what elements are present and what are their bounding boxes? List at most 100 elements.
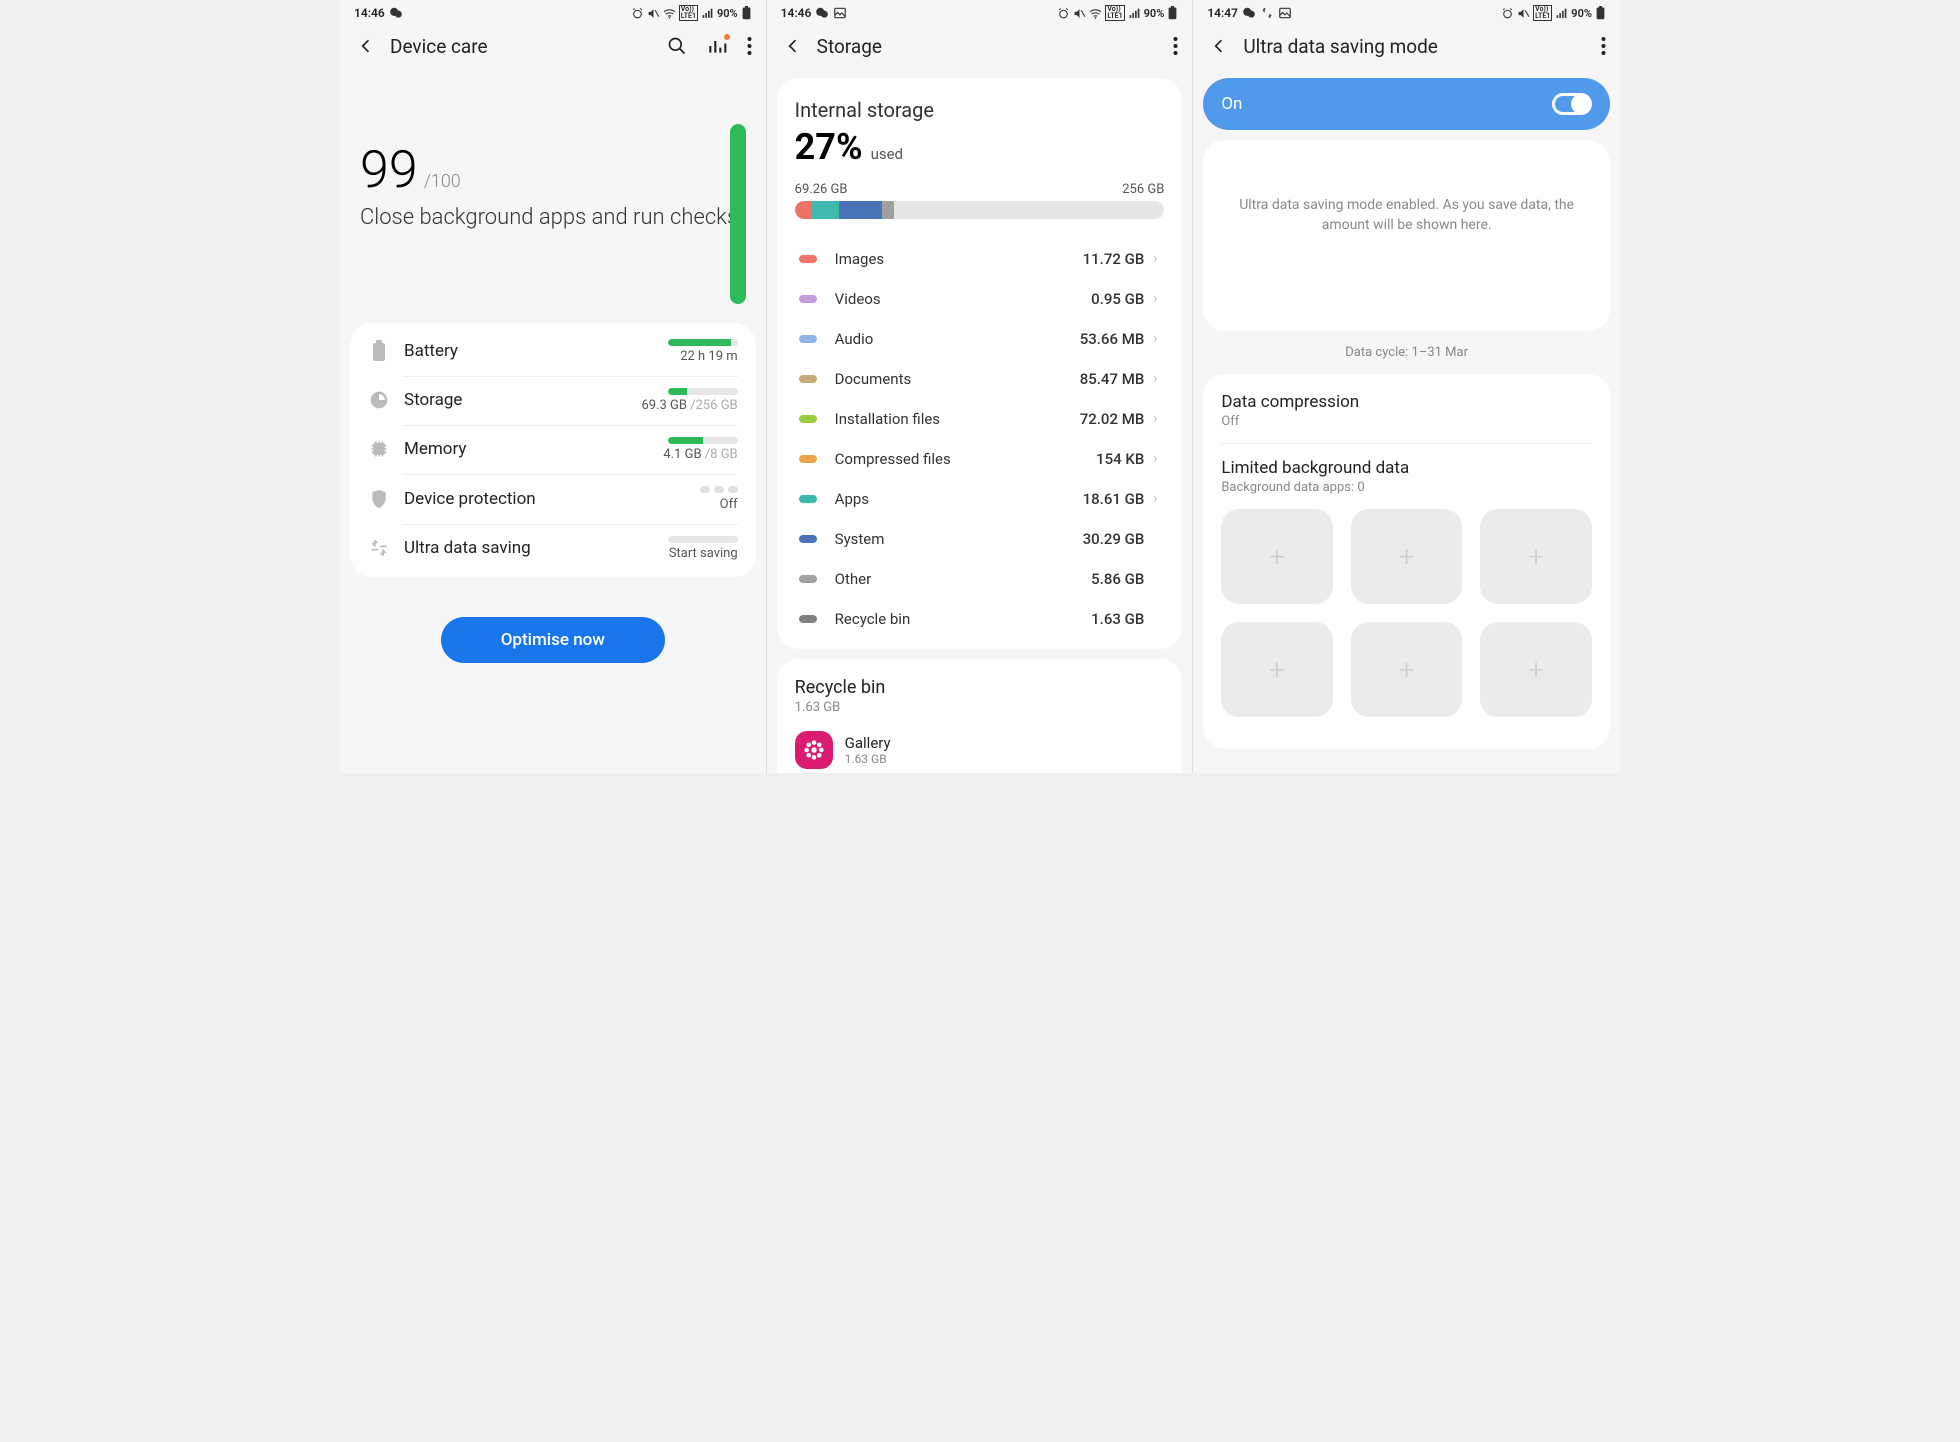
image-icon bbox=[833, 6, 847, 20]
storage-category-row[interactable]: Videos0.95 GB› bbox=[795, 279, 1165, 319]
data-compression-title: Data compression bbox=[1221, 392, 1592, 412]
add-app-slot[interactable]: + bbox=[1351, 622, 1463, 717]
storage-row[interactable]: Storage 69.3 GB /256 GB bbox=[350, 376, 756, 425]
chevron-right-icon: › bbox=[1150, 411, 1160, 427]
add-app-slot[interactable]: + bbox=[1221, 622, 1333, 717]
data-saving-row[interactable]: Ultra data saving Start saving bbox=[350, 524, 756, 573]
category-name: System bbox=[835, 530, 1083, 548]
recycle-app-size: 1.63 GB bbox=[845, 752, 891, 766]
category-name: Documents bbox=[835, 370, 1080, 388]
plus-icon: + bbox=[1528, 653, 1544, 686]
plus-icon: + bbox=[1399, 653, 1415, 686]
bar-chart-icon bbox=[707, 36, 727, 56]
protection-label: Device protection bbox=[404, 489, 700, 509]
category-value: 5.86 GB bbox=[1091, 570, 1144, 588]
category-name: Recycle bin bbox=[835, 610, 1091, 628]
alarm-icon bbox=[1501, 7, 1514, 20]
uds-toggle-label: On bbox=[1221, 94, 1552, 114]
data-cycle-text: Data cycle: 1–31 Mar bbox=[1193, 345, 1620, 360]
volte-icon: Vo))LTE1 bbox=[1105, 5, 1124, 21]
storage-head-card: Internal storage 27% used 69.26 GB 256 G… bbox=[777, 78, 1183, 649]
status-time: 14:46 bbox=[354, 6, 385, 20]
battery-row[interactable]: Battery 22 h 19 m bbox=[350, 327, 756, 376]
status-time: 14:46 bbox=[781, 6, 812, 20]
category-color-icon bbox=[799, 335, 817, 343]
category-value: 30.29 GB bbox=[1083, 530, 1145, 548]
recycle-app-gallery[interactable]: Gallery 1.63 GB bbox=[795, 731, 1165, 769]
chevron-right-icon: › bbox=[1150, 291, 1160, 307]
screen-storage: 14:46 Vo))LTE1 90% Storage Internal stor… bbox=[767, 0, 1194, 773]
page-title: Device care bbox=[390, 35, 667, 58]
care-card: Battery 22 h 19 m Storage 69.3 GB /256 G… bbox=[350, 323, 756, 577]
storage-category-row[interactable]: Installation files72.02 MB› bbox=[795, 399, 1165, 439]
storage-used: 69.3 GB bbox=[641, 398, 687, 413]
add-app-slot[interactable]: + bbox=[1351, 509, 1463, 604]
battery-icon bbox=[741, 6, 752, 20]
storage-percent: 27% bbox=[795, 126, 863, 168]
storage-used-gb: 69.26 GB bbox=[795, 182, 848, 197]
category-color-icon bbox=[799, 295, 817, 303]
protection-row[interactable]: Device protection Off bbox=[350, 474, 756, 524]
category-color-icon bbox=[799, 615, 817, 623]
plus-icon: + bbox=[1269, 653, 1285, 686]
battery-label: Battery bbox=[404, 341, 668, 361]
memory-icon bbox=[368, 438, 390, 460]
storage-category-row[interactable]: Audio53.66 MB› bbox=[795, 319, 1165, 359]
category-name: Audio bbox=[835, 330, 1080, 348]
volte-icon: Vo))LTE1 bbox=[1533, 5, 1552, 21]
notification-dot-icon bbox=[724, 34, 730, 40]
category-value: 18.61 GB bbox=[1083, 490, 1145, 508]
score-subtitle: Close background apps and run checks bbox=[360, 204, 746, 233]
category-name: Other bbox=[835, 570, 1091, 588]
more-button[interactable] bbox=[1601, 36, 1606, 56]
status-battery-pct: 90% bbox=[1571, 7, 1592, 20]
add-app-slot[interactable]: + bbox=[1221, 509, 1333, 604]
plus-icon: + bbox=[1399, 540, 1415, 573]
category-color-icon bbox=[799, 535, 817, 543]
category-value: 1.63 GB bbox=[1091, 610, 1144, 628]
uds-toggle[interactable]: On bbox=[1203, 78, 1610, 130]
storage-category-row[interactable]: Images11.72 GB› bbox=[795, 239, 1165, 279]
category-value: 154 KB bbox=[1096, 450, 1144, 468]
category-value: 53.66 MB bbox=[1080, 330, 1145, 348]
uds-info-text: Ultra data saving mode enabled. As you s… bbox=[1231, 196, 1582, 235]
storage-category-row: Recycle bin1.63 GB bbox=[795, 599, 1165, 639]
search-button[interactable] bbox=[667, 36, 687, 56]
top-bar: Ultra data saving mode bbox=[1193, 24, 1620, 74]
chevron-right-icon: › bbox=[1150, 451, 1160, 467]
category-color-icon bbox=[799, 495, 817, 503]
more-button[interactable] bbox=[1173, 36, 1178, 56]
category-name: Apps bbox=[835, 490, 1083, 508]
more-vert-icon bbox=[747, 36, 752, 56]
data-saving-status-icon bbox=[1260, 6, 1274, 20]
protection-value: Off bbox=[700, 497, 738, 512]
back-button[interactable] bbox=[781, 34, 805, 58]
more-vert-icon bbox=[1173, 36, 1178, 56]
storage-category-row[interactable]: Apps18.61 GB› bbox=[795, 479, 1165, 519]
score-area: 99 /100 Close background apps and run ch… bbox=[340, 74, 766, 323]
category-value: 72.02 MB bbox=[1080, 410, 1145, 428]
recycle-size: 1.63 GB bbox=[795, 700, 1165, 715]
storage-usage-bar bbox=[795, 201, 1165, 219]
optimise-button[interactable]: Optimise now bbox=[441, 617, 665, 663]
memory-row[interactable]: Memory 4.1 GB /8 GB bbox=[350, 425, 756, 474]
memory-total: /8 GB bbox=[702, 447, 738, 462]
back-button[interactable] bbox=[354, 34, 378, 58]
screen-device-care: 14:46 Vo))LTE1 90% Device care bbox=[340, 0, 767, 773]
recycle-bin-card: Recycle bin 1.63 GB Gallery 1.63 GB bbox=[777, 659, 1183, 773]
storage-category-list: Images11.72 GB›Videos0.95 GB›Audio53.66 … bbox=[795, 239, 1165, 639]
more-button[interactable] bbox=[747, 36, 752, 56]
add-app-slot[interactable]: + bbox=[1480, 509, 1592, 604]
alarm-icon bbox=[631, 7, 644, 20]
add-app-slot[interactable]: + bbox=[1480, 622, 1592, 717]
wechat-icon bbox=[1242, 6, 1256, 20]
chart-button[interactable] bbox=[707, 36, 727, 56]
limited-bg-data-row[interactable]: Limited background data Background data … bbox=[1221, 443, 1592, 731]
storage-category-row[interactable]: Documents85.47 MB› bbox=[795, 359, 1165, 399]
more-vert-icon bbox=[1601, 36, 1606, 56]
category-name: Compressed files bbox=[835, 450, 1096, 468]
data-compression-row[interactable]: Data compression Off bbox=[1221, 378, 1592, 443]
storage-used-label: used bbox=[871, 145, 903, 163]
storage-category-row[interactable]: Compressed files154 KB › bbox=[795, 439, 1165, 479]
back-button[interactable] bbox=[1207, 34, 1231, 58]
